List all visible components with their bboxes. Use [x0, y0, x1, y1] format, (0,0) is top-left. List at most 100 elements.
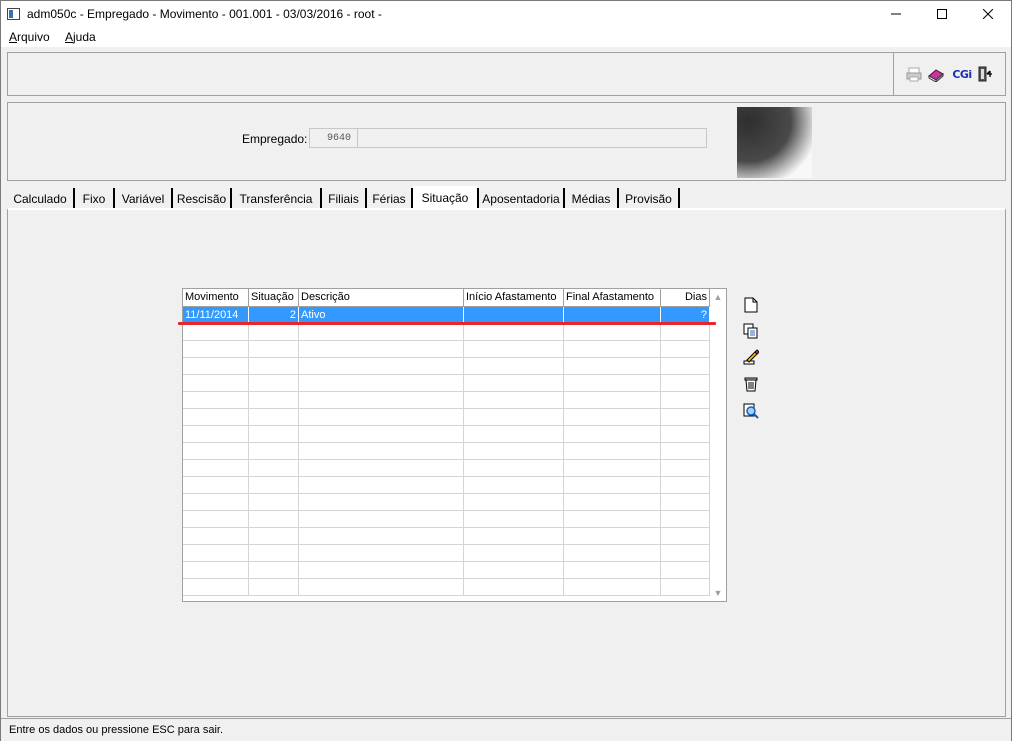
table-cell-inicio[interactable]: [464, 460, 564, 477]
table-cell-inicio[interactable]: [464, 375, 564, 392]
table-cell-descricao[interactable]: [299, 528, 464, 545]
table-cell-final[interactable]: [564, 511, 661, 528]
table-cell-final[interactable]: [564, 409, 661, 426]
table-cell-movimento[interactable]: [183, 545, 249, 562]
table-row[interactable]: [183, 358, 710, 375]
printer-icon[interactable]: [905, 65, 923, 83]
table-cell-situacao[interactable]: [249, 511, 299, 528]
table-cell-descricao[interactable]: [299, 477, 464, 494]
table-cell-inicio[interactable]: [464, 324, 564, 341]
book-icon[interactable]: [927, 65, 945, 83]
table-cell-descricao[interactable]: [299, 494, 464, 511]
tab-rescisao[interactable]: Rescisão: [173, 188, 232, 209]
copy-icon[interactable]: [742, 322, 760, 340]
exit-door-icon[interactable]: [976, 65, 994, 83]
table-cell-inicio[interactable]: [464, 409, 564, 426]
table-cell-inicio[interactable]: [464, 562, 564, 579]
table-cell-final[interactable]: [564, 324, 661, 341]
tab-provisao[interactable]: Provisão: [619, 188, 680, 209]
edit-pencil-icon[interactable]: [742, 348, 760, 366]
search-magnifier-icon[interactable]: [742, 402, 760, 420]
table-cell-situacao[interactable]: [249, 375, 299, 392]
table-cell-final[interactable]: [564, 477, 661, 494]
table-row[interactable]: [183, 528, 710, 545]
tab-aposentadoria[interactable]: Aposentadoria: [477, 188, 565, 209]
table-cell-final[interactable]: [564, 460, 661, 477]
situacao-grid[interactable]: Movimento Situação Descrição Início Afas…: [182, 288, 727, 602]
table-cell-situacao[interactable]: [249, 358, 299, 375]
table-cell-situacao[interactable]: [249, 494, 299, 511]
table-cell-situacao[interactable]: [249, 409, 299, 426]
table-cell-inicio[interactable]: [464, 426, 564, 443]
table-cell-situacao[interactable]: [249, 341, 299, 358]
column-header-movimento[interactable]: Movimento: [183, 289, 249, 307]
table-cell-final[interactable]: [564, 545, 661, 562]
table-cell-dias[interactable]: [661, 579, 710, 596]
app-icon[interactable]: [7, 8, 20, 20]
table-cell-descricao[interactable]: [299, 511, 464, 528]
minimize-button[interactable]: [873, 1, 919, 27]
tab-ferias[interactable]: Férias: [367, 188, 413, 209]
employee-name-field[interactable]: [357, 128, 707, 148]
table-cell-dias[interactable]: [661, 460, 710, 477]
table-row[interactable]: [183, 341, 710, 358]
table-cell-movimento[interactable]: [183, 375, 249, 392]
table-cell-dias[interactable]: [661, 426, 710, 443]
table-cell-descricao[interactable]: [299, 545, 464, 562]
table-cell-movimento[interactable]: [183, 443, 249, 460]
table-cell-dias[interactable]: [661, 358, 710, 375]
table-cell-descricao[interactable]: [299, 579, 464, 596]
table-cell-situacao[interactable]: [249, 392, 299, 409]
table-cell-descricao[interactable]: [299, 324, 464, 341]
table-cell-inicio[interactable]: [464, 528, 564, 545]
table-cell-inicio[interactable]: [464, 511, 564, 528]
table-row[interactable]: [183, 562, 710, 579]
table-cell-inicio[interactable]: [464, 545, 564, 562]
table-row[interactable]: [183, 443, 710, 460]
tab-transferencia[interactable]: Transferência: [232, 188, 322, 209]
column-header-descricao[interactable]: Descrição: [299, 289, 464, 307]
table-cell-movimento[interactable]: [183, 409, 249, 426]
employee-code-field[interactable]: 9640: [309, 128, 358, 148]
table-cell-situacao[interactable]: [249, 545, 299, 562]
table-cell-situacao[interactable]: [249, 324, 299, 341]
table-cell-situacao[interactable]: [249, 562, 299, 579]
menu-ajuda[interactable]: Ajuda: [65, 30, 96, 44]
table-cell-final[interactable]: [564, 426, 661, 443]
table-cell-movimento[interactable]: [183, 562, 249, 579]
table-cell-inicio[interactable]: [464, 392, 564, 409]
table-cell-inicio[interactable]: [464, 358, 564, 375]
table-cell-final[interactable]: [564, 375, 661, 392]
table-cell-descricao[interactable]: [299, 426, 464, 443]
table-cell-movimento[interactable]: [183, 494, 249, 511]
tab-medias[interactable]: Médias: [565, 188, 619, 209]
grid-vertical-scrollbar[interactable]: ▲ ▼: [710, 289, 726, 601]
table-cell-final[interactable]: [564, 579, 661, 596]
table-cell-situacao[interactable]: [249, 477, 299, 494]
table-cell-dias[interactable]: [661, 392, 710, 409]
table-row[interactable]: [183, 460, 710, 477]
table-cell-inicio[interactable]: [464, 477, 564, 494]
table-cell-descricao[interactable]: [299, 358, 464, 375]
table-row[interactable]: [183, 375, 710, 392]
table-cell-dias[interactable]: [661, 477, 710, 494]
table-cell-movimento[interactable]: [183, 324, 249, 341]
table-cell-dias[interactable]: [661, 443, 710, 460]
menu-arquivo[interactable]: Arquivo: [9, 30, 50, 44]
table-cell-movimento[interactable]: [183, 579, 249, 596]
table-cell-inicio[interactable]: [464, 443, 564, 460]
new-document-icon[interactable]: [742, 296, 760, 314]
table-cell-situacao[interactable]: [249, 460, 299, 477]
table-cell-final[interactable]: [564, 443, 661, 460]
table-cell-movimento[interactable]: [183, 477, 249, 494]
column-header-final-afastamento[interactable]: Final Afastamento: [564, 289, 661, 307]
table-cell-dias[interactable]: [661, 545, 710, 562]
table-cell-movimento[interactable]: [183, 460, 249, 477]
column-header-dias[interactable]: Dias: [661, 289, 710, 307]
table-cell-descricao[interactable]: [299, 392, 464, 409]
table-cell-dias[interactable]: [661, 324, 710, 341]
close-button[interactable]: [965, 1, 1011, 27]
table-cell-final[interactable]: [564, 494, 661, 511]
scroll-up-icon[interactable]: ▲: [710, 289, 726, 305]
table-row[interactable]: [183, 545, 710, 562]
